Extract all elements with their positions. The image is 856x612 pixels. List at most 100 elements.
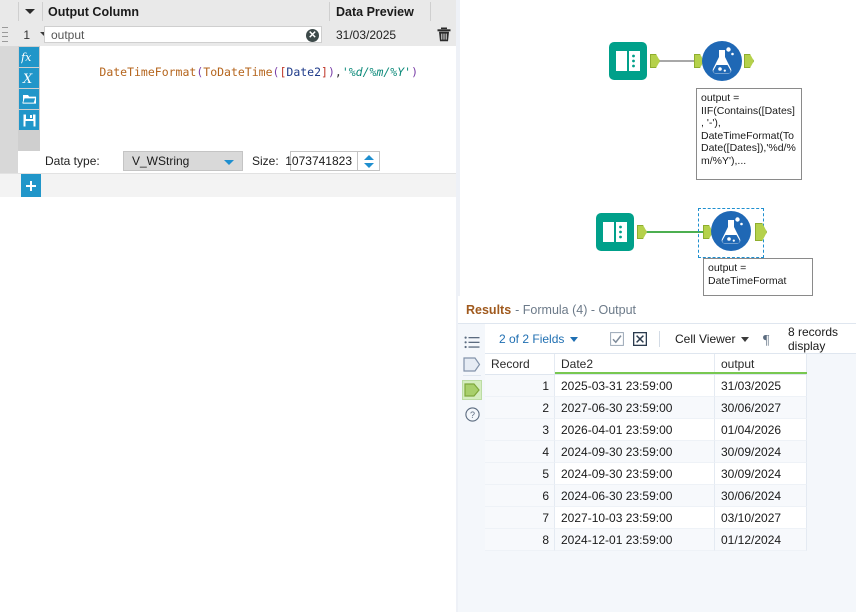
- cell-record[interactable]: 7: [485, 507, 555, 529]
- clear-icon[interactable]: ✕: [306, 29, 319, 42]
- formula-tool-icon: [711, 211, 751, 251]
- row-index: 1: [23, 27, 30, 42]
- cell-output[interactable]: 01/12/2024: [715, 529, 807, 551]
- select-all-fields-button[interactable]: [610, 324, 624, 354]
- size-input[interactable]: 1073741823: [285, 151, 358, 171]
- table-row[interactable]: 1 2025-03-31 23:59:00 31/03/2025: [485, 375, 807, 397]
- svg-text:X: X: [22, 72, 33, 85]
- results-output-anchor-button[interactable]: [462, 380, 482, 400]
- table-row[interactable]: 7 2027-10-03 23:59:00 03/10/2027: [485, 507, 807, 529]
- output-anchor-icon: [463, 383, 480, 397]
- cell-date2[interactable]: 2027-10-03 23:59:00: [555, 507, 715, 529]
- deselect-all-fields-button[interactable]: [633, 324, 647, 354]
- fields-selector[interactable]: 2 of 2 Fields: [499, 324, 579, 354]
- results-input-anchor-button[interactable]: [462, 354, 482, 374]
- cell-record[interactable]: 1: [485, 375, 555, 397]
- output-anchor[interactable]: [637, 225, 647, 239]
- save-disk-icon: [23, 114, 35, 126]
- size-stepper[interactable]: [358, 151, 380, 171]
- column-header-date2[interactable]: Date2: [555, 354, 715, 374]
- cell-record[interactable]: 4: [485, 441, 555, 463]
- cell-date2[interactable]: 2024-12-01 23:59:00: [555, 529, 715, 551]
- cell-record[interactable]: 5: [485, 463, 555, 485]
- cell-date2[interactable]: 2027-06-30 23:59:00: [555, 397, 715, 419]
- output-anchor[interactable]: [744, 54, 754, 68]
- cell-date2[interactable]: 2024-09-30 23:59:00: [555, 463, 715, 485]
- output-column-input[interactable]: output: [44, 26, 322, 43]
- results-toolbar: 2 of 2 Fields Cell Viewer ¶ 8 records di…: [485, 324, 856, 354]
- cell-date2[interactable]: 2024-06-30 23:59:00: [555, 485, 715, 507]
- text-input-icon: [596, 213, 634, 251]
- text-input-tool-2[interactable]: [595, 212, 635, 252]
- column-header-output[interactable]: output: [715, 354, 807, 374]
- cell-output[interactable]: 30/09/2024: [715, 463, 807, 485]
- cell-date2[interactable]: 2026-04-01 23:59:00: [555, 419, 715, 441]
- datatype-select[interactable]: V_WString: [123, 151, 243, 171]
- list-view-icon: [464, 336, 480, 348]
- divider: [430, 2, 431, 21]
- formula-tool-icon: [702, 41, 742, 81]
- column-header-record[interactable]: Record: [485, 354, 555, 374]
- connection-wire-1[interactable]: [660, 60, 694, 62]
- cell-viewer-selector[interactable]: Cell Viewer: [675, 324, 750, 354]
- stepper-up-icon[interactable]: [364, 155, 374, 160]
- pilcrow-icon: ¶: [763, 333, 770, 346]
- header-output-column: Output Column: [48, 4, 139, 19]
- cell-date2[interactable]: 2024-09-30 23:59:00: [555, 441, 715, 463]
- delete-row-button[interactable]: [436, 26, 452, 43]
- output-anchor[interactable]: [755, 223, 767, 241]
- table-row[interactable]: 3 2026-04-01 23:59:00 01/04/2026: [485, 419, 807, 441]
- workflow-canvas[interactable]: output = IIF(Contains([Dates], '-'), Dat…: [460, 0, 856, 296]
- table-header-row: Record Date2 output: [485, 354, 807, 375]
- table-row[interactable]: 6 2024-06-30 23:59:00 30/06/2024: [485, 485, 807, 507]
- cell-output[interactable]: 03/10/2027: [715, 507, 807, 529]
- cell-record[interactable]: 2: [485, 397, 555, 419]
- datatype-value: V_WString: [132, 154, 190, 168]
- text-input-tool-1[interactable]: [608, 41, 648, 81]
- table-row[interactable]: 8 2024-12-01 23:59:00 01/12/2024: [485, 529, 807, 551]
- fx-function-button[interactable]: fx: [19, 47, 39, 67]
- table-row[interactable]: 4 2024-09-30 23:59:00 30/09/2024: [485, 441, 807, 463]
- cell-output[interactable]: 30/06/2027: [715, 397, 807, 419]
- formula-configuration-panel: Output Column Data Preview 1 output ✕ 31…: [0, 0, 456, 612]
- results-help-button[interactable]: ?: [462, 404, 482, 424]
- cell-record[interactable]: 8: [485, 529, 555, 551]
- svg-text:¶: ¶: [763, 333, 770, 346]
- fx-variables-button[interactable]: X: [19, 68, 39, 88]
- header-expand-chevron[interactable]: [18, 0, 42, 23]
- add-row-strip: [0, 174, 456, 197]
- config-header-row: Output Column Data Preview: [0, 0, 456, 24]
- cell-date2[interactable]: 2025-03-31 23:59:00: [555, 375, 715, 397]
- output-column-row: 1 output ✕ 31/03/2025: [0, 23, 456, 47]
- table-row[interactable]: 5 2024-09-30 23:59:00 30/09/2024: [485, 463, 807, 485]
- formula-expression-text: DateTimeFormat(ToDateTime([Date2]),'%d/%…: [99, 65, 419, 79]
- add-output-column-button[interactable]: [21, 174, 41, 197]
- datatype-label: Data type:: [45, 154, 100, 168]
- svg-text:fx: fx: [21, 51, 32, 64]
- fx-open-button[interactable]: [19, 89, 39, 109]
- chevron-down-icon: [224, 160, 234, 165]
- output-anchor[interactable]: [650, 54, 660, 68]
- table-row[interactable]: 2 2027-06-30 23:59:00 30/06/2027: [485, 397, 807, 419]
- results-list-view-button[interactable]: [462, 332, 482, 352]
- cell-output[interactable]: 30/06/2024: [715, 485, 807, 507]
- formula-annotation-1: output = IIF(Contains([Dates], '-'), Dat…: [696, 88, 802, 180]
- cell-output[interactable]: 01/04/2026: [715, 419, 807, 441]
- cell-record[interactable]: 6: [485, 485, 555, 507]
- column-type-indicator: [715, 372, 807, 374]
- stepper-down-icon[interactable]: [364, 163, 374, 168]
- trash-icon: [437, 27, 451, 42]
- fx-save-button[interactable]: [19, 110, 39, 130]
- formula-tool-1[interactable]: [700, 39, 744, 83]
- drag-handle[interactable]: [2, 27, 10, 42]
- open-folder-icon: [21, 95, 36, 104]
- show-whitespace-button[interactable]: ¶: [763, 324, 774, 354]
- cell-output[interactable]: 31/03/2025: [715, 375, 807, 397]
- cell-output[interactable]: 30/09/2024: [715, 441, 807, 463]
- formula-tool-2[interactable]: [709, 209, 753, 253]
- formula-expression-editor[interactable]: DateTimeFormat(ToDateTime([Date2]),'%d/%…: [40, 46, 456, 144]
- results-subtitle: - Formula (4) - Output: [515, 302, 637, 317]
- data-preview-value: 31/03/2025: [336, 27, 397, 42]
- results-table[interactable]: Record Date2 output 1 2025-03-31 23:59:00…: [485, 354, 856, 612]
- cell-record[interactable]: 3: [485, 419, 555, 441]
